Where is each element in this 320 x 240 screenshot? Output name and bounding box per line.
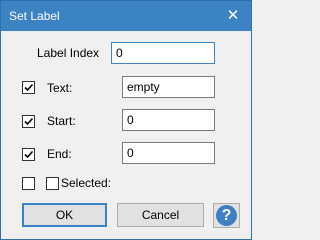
window-title: Set Label (9, 9, 60, 23)
text-label: Text: (47, 81, 73, 95)
help-button[interactable]: ? (213, 203, 240, 228)
label-index-input[interactable] (111, 42, 215, 64)
end-label: End: (47, 147, 72, 161)
selected-label: Selected: (61, 176, 112, 190)
ok-button[interactable]: OK (22, 203, 107, 227)
close-icon[interactable]: ✕ (223, 7, 243, 25)
label-index-label: Label Index (37, 46, 100, 60)
cancel-button[interactable]: Cancel (117, 203, 204, 227)
checkmark-icon (24, 150, 34, 159)
selected-checkbox[interactable] (46, 177, 59, 190)
start-checkbox[interactable] (22, 115, 35, 128)
title-bar: Set Label ✕ (1, 1, 251, 31)
text-input[interactable] (122, 76, 215, 98)
start-input[interactable] (122, 109, 215, 131)
text-checkbox[interactable] (22, 81, 35, 94)
checkmark-icon (24, 117, 34, 126)
end-checkbox[interactable] (22, 148, 35, 161)
checkmark-icon (24, 83, 34, 92)
start-label: Start: (47, 114, 76, 128)
end-input[interactable] (122, 142, 215, 164)
selected-enable-checkbox[interactable] (22, 177, 35, 190)
help-icon: ? (216, 205, 237, 226)
set-label-dialog: Set Label ✕ Label Index Text: Start: End… (0, 0, 252, 240)
